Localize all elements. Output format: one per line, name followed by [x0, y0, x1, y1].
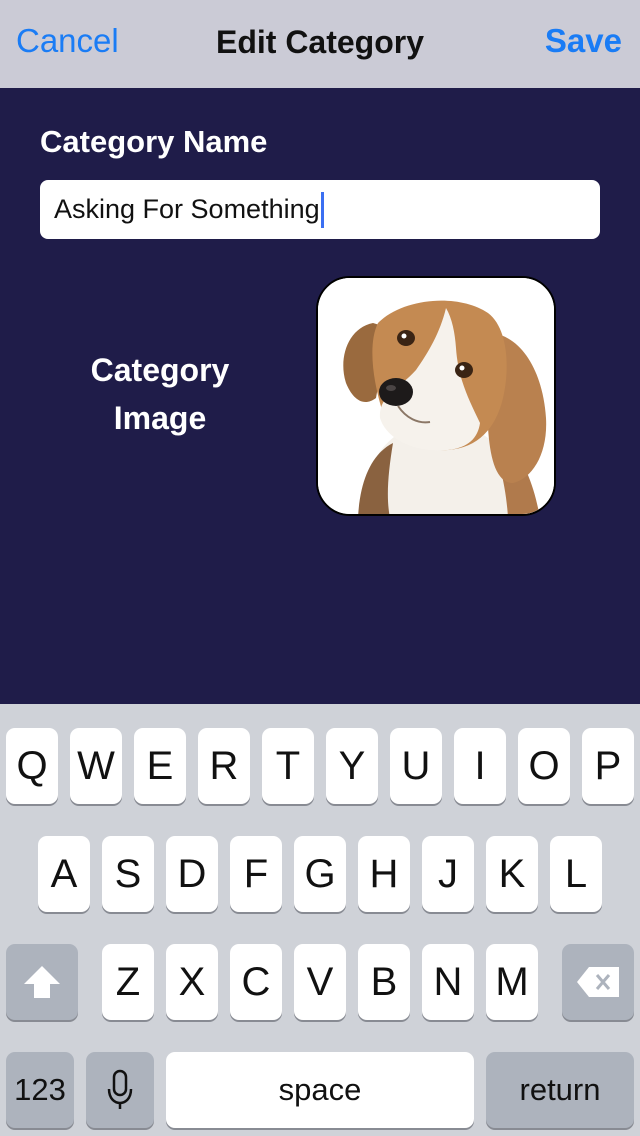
microphone-icon	[107, 1069, 133, 1109]
category-name-label: Category Name	[40, 124, 268, 159]
shift-key[interactable]	[6, 944, 78, 1020]
key-t[interactable]: T	[262, 728, 314, 804]
numbers-key[interactable]: 123	[6, 1052, 74, 1128]
key-k[interactable]: K	[486, 836, 538, 912]
save-button[interactable]: Save	[545, 22, 622, 60]
key-p[interactable]: P	[582, 728, 634, 804]
key-m[interactable]: M	[486, 944, 538, 1020]
text-cursor	[320, 191, 324, 228]
key-u[interactable]: U	[390, 728, 442, 804]
key-i[interactable]: I	[454, 728, 506, 804]
key-o[interactable]: O	[518, 728, 570, 804]
key-l[interactable]: L	[550, 836, 602, 912]
category-name-value: Asking For Something	[54, 194, 320, 224]
delete-key[interactable]	[562, 944, 634, 1020]
category-name-input[interactable]: Asking For Something	[40, 180, 600, 239]
key-c[interactable]: C	[230, 944, 282, 1020]
key-z[interactable]: Z	[102, 944, 154, 1020]
on-screen-keyboard: Q W E R T Y U I O P A S D F G H J K L Z X C V B N M 123 space return	[0, 704, 640, 1136]
backspace-icon	[577, 967, 619, 997]
category-image-label-line1: Category	[90, 352, 230, 388]
key-d[interactable]: D	[166, 836, 218, 912]
shift-arrow-icon	[24, 966, 60, 998]
category-image-label-line2: Image	[113, 400, 207, 436]
key-j[interactable]: J	[422, 836, 474, 912]
key-s[interactable]: S	[102, 836, 154, 912]
key-g[interactable]: G	[294, 836, 346, 912]
key-f[interactable]: F	[230, 836, 282, 912]
key-v[interactable]: V	[294, 944, 346, 1020]
key-y[interactable]: Y	[326, 728, 378, 804]
key-r[interactable]: R	[198, 728, 250, 804]
key-q[interactable]: Q	[6, 728, 58, 804]
return-key[interactable]: return	[486, 1052, 634, 1128]
category-image-picker[interactable]	[316, 276, 556, 516]
key-n[interactable]: N	[422, 944, 474, 1020]
space-key[interactable]: space	[166, 1052, 474, 1128]
key-e[interactable]: E	[134, 728, 186, 804]
edit-category-form: Category Name Asking For Something Categ…	[0, 88, 640, 704]
navigation-bar: Cancel Edit Category Save	[0, 0, 640, 88]
category-image-label: Category Image	[60, 346, 260, 442]
key-w[interactable]: W	[70, 728, 122, 804]
key-b[interactable]: B	[358, 944, 410, 1020]
beagle-dog-image	[318, 278, 554, 514]
key-x[interactable]: X	[166, 944, 218, 1020]
dictation-key[interactable]	[86, 1052, 154, 1128]
key-h[interactable]: H	[358, 836, 410, 912]
key-a[interactable]: A	[38, 836, 90, 912]
